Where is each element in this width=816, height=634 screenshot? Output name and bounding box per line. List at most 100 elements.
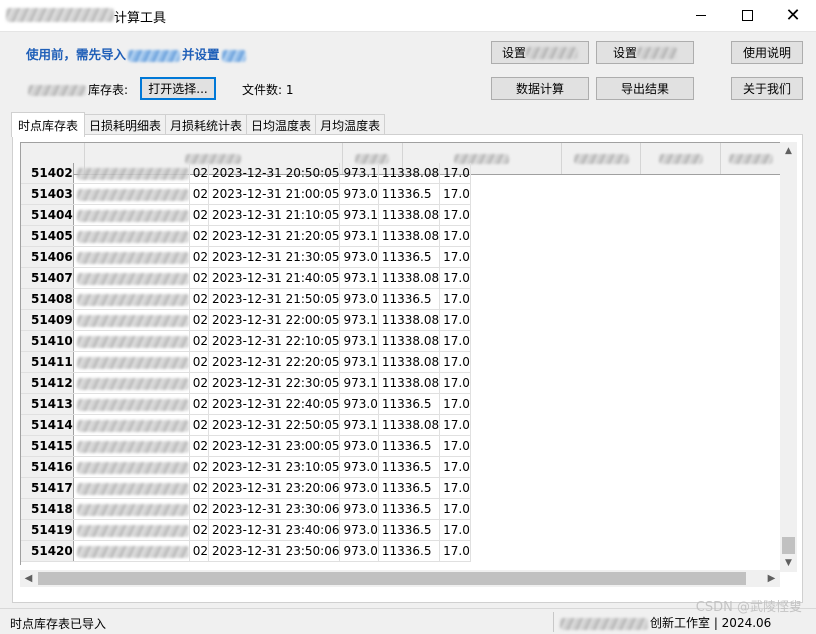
settings-button-a[interactable]: 设置 [491,41,589,64]
redacted-cell[interactable] [73,330,190,352]
close-button[interactable]: ✕ [770,0,816,31]
cell[interactable]: 17.0 [439,246,471,268]
horizontal-scroll-thumb[interactable] [38,572,746,585]
cell[interactable]: 02 [189,519,210,541]
table-row[interactable]: 51412 02 2023-12-31 22:30:05 973.1 11338.08 1… [21,372,471,394]
cell[interactable]: 17.0 [439,267,471,289]
cell[interactable]: 11338.08 [378,351,441,373]
tab-monthly-loss[interactable]: 月损耗统计表 [165,114,248,136]
cell[interactable]: 17.0 [439,225,471,247]
cell[interactable]: 11338.08 [378,309,441,331]
cell[interactable]: 973.0 [339,393,379,415]
cell-time[interactable]: 2023-12-31 23:40:06 [208,519,341,541]
table-row[interactable]: 51407 02 2023-12-31 21:40:05 973.1 11338.08 1… [21,267,471,289]
row-header[interactable]: 51404 [21,204,74,226]
table-row[interactable]: 51414 02 2023-12-31 22:50:05 973.1 11338.08 1… [21,414,471,436]
redacted-cell[interactable] [73,204,190,226]
row-header[interactable]: 51419 [21,519,74,541]
cell[interactable]: 17.0 [439,498,471,520]
vertical-scroll-thumb[interactable] [782,537,795,554]
cell[interactable]: 11338.08 [378,372,441,394]
cell-time[interactable]: 2023-12-31 23:00:05 [208,435,341,457]
cell[interactable]: 973.1 [339,330,379,352]
redacted-cell[interactable] [73,163,190,184]
redacted-cell[interactable] [73,435,190,457]
redacted-cell[interactable] [73,414,190,436]
table-row[interactable]: 51411 02 2023-12-31 22:20:05 973.1 11338.08 1… [21,351,471,373]
cell[interactable]: 02 [189,309,210,331]
cell[interactable]: 11336.5 [378,435,441,457]
cell-time[interactable]: 2023-12-31 23:10:05 [208,456,341,478]
cell-time[interactable]: 2023-12-31 22:50:05 [208,414,341,436]
tab-daily-temp[interactable]: 日均温度表 [246,114,317,136]
cell[interactable]: 973.1 [339,267,379,289]
table-row[interactable]: 51417 02 2023-12-31 23:20:06 973.0 11336.5 17… [21,477,471,499]
row-header[interactable]: 51402 [21,163,74,184]
cell[interactable]: 973.1 [339,163,379,184]
redacted-cell[interactable] [73,309,190,331]
cell[interactable]: 11336.5 [378,498,441,520]
cell-time[interactable]: 2023-12-31 21:10:05 [208,204,341,226]
table-row[interactable]: 51409 02 2023-12-31 22:00:05 973.1 11338.08 1… [21,309,471,331]
cell-time[interactable]: 2023-12-31 23:30:06 [208,498,341,520]
column-header[interactable] [720,143,781,175]
table-row[interactable]: 51420 02 2023-12-31 23:50:06 973.0 11336.5 17… [21,540,471,562]
table-row[interactable]: 51413 02 2023-12-31 22:40:05 973.0 11336.5 17… [21,393,471,415]
redacted-cell[interactable] [73,498,190,520]
cell[interactable]: 973.0 [339,456,379,478]
cell[interactable]: 02 [189,246,210,268]
cell[interactable]: 17.0 [439,163,471,184]
redacted-cell[interactable] [73,540,190,562]
cell[interactable]: 11338.08 [378,204,441,226]
cell[interactable]: 11336.5 [378,540,441,562]
redacted-cell[interactable] [73,225,190,247]
vertical-scrollbar[interactable]: ▲ ▼ [780,142,797,572]
cell[interactable]: 02 [189,204,210,226]
table-row[interactable]: 51410 02 2023-12-31 22:10:05 973.1 11338.08 1… [21,330,471,352]
cell[interactable]: 17.0 [439,519,471,541]
cell[interactable]: 17.0 [439,477,471,499]
cell[interactable]: 17.0 [439,204,471,226]
cell[interactable]: 11336.5 [378,246,441,268]
cell-time[interactable]: 2023-12-31 23:50:06 [208,540,341,562]
table-row[interactable]: 51403 02 2023-12-31 21:00:05 973.0 11336.5 17… [21,183,471,205]
row-header[interactable]: 51415 [21,435,74,457]
minimize-button[interactable] [678,0,724,31]
redacted-cell[interactable] [73,351,190,373]
cell[interactable]: 17.0 [439,540,471,562]
settings-button-b[interactable]: 设置 [596,41,694,64]
cell[interactable]: 973.1 [339,309,379,331]
cell[interactable]: 02 [189,372,210,394]
cell[interactable]: 02 [189,330,210,352]
redacted-cell[interactable] [73,246,190,268]
table-row[interactable]: 51406 02 2023-12-31 21:30:05 973.0 11336.5 17… [21,246,471,268]
table-row[interactable]: 51415 02 2023-12-31 23:00:05 973.0 11336.5 17… [21,435,471,457]
table-row[interactable]: 51419 02 2023-12-31 23:40:06 973.0 11336.5 17… [21,519,471,541]
cell[interactable]: 02 [189,351,210,373]
row-header[interactable]: 51420 [21,540,74,562]
horizontal-scrollbar[interactable]: ◀ ▶ [20,570,780,587]
row-header[interactable]: 51411 [21,351,74,373]
row-header[interactable]: 51409 [21,309,74,331]
cell[interactable]: 02 [189,393,210,415]
scroll-left-arrow-icon[interactable]: ◀ [20,570,37,587]
cell[interactable]: 11336.5 [378,393,441,415]
cell[interactable]: 973.1 [339,414,379,436]
table-row[interactable]: 51416 02 2023-12-31 23:10:05 973.0 11336.5 17… [21,456,471,478]
open-file-button[interactable]: 打开选择... [140,77,216,100]
cell[interactable]: 02 [189,288,210,310]
cell[interactable]: 973.0 [339,477,379,499]
cell[interactable]: 973.0 [339,246,379,268]
cell[interactable]: 11336.5 [378,477,441,499]
cell[interactable]: 11336.5 [378,288,441,310]
redacted-cell[interactable] [73,393,190,415]
cell[interactable]: 11338.08 [378,163,441,184]
cell[interactable]: 17.0 [439,372,471,394]
cell[interactable]: 02 [189,435,210,457]
column-header[interactable] [561,143,642,175]
cell[interactable]: 17.0 [439,456,471,478]
cell[interactable]: 11338.08 [378,267,441,289]
scroll-up-arrow-icon[interactable]: ▲ [780,142,797,159]
cell[interactable]: 973.0 [339,288,379,310]
cell[interactable]: 02 [189,477,210,499]
